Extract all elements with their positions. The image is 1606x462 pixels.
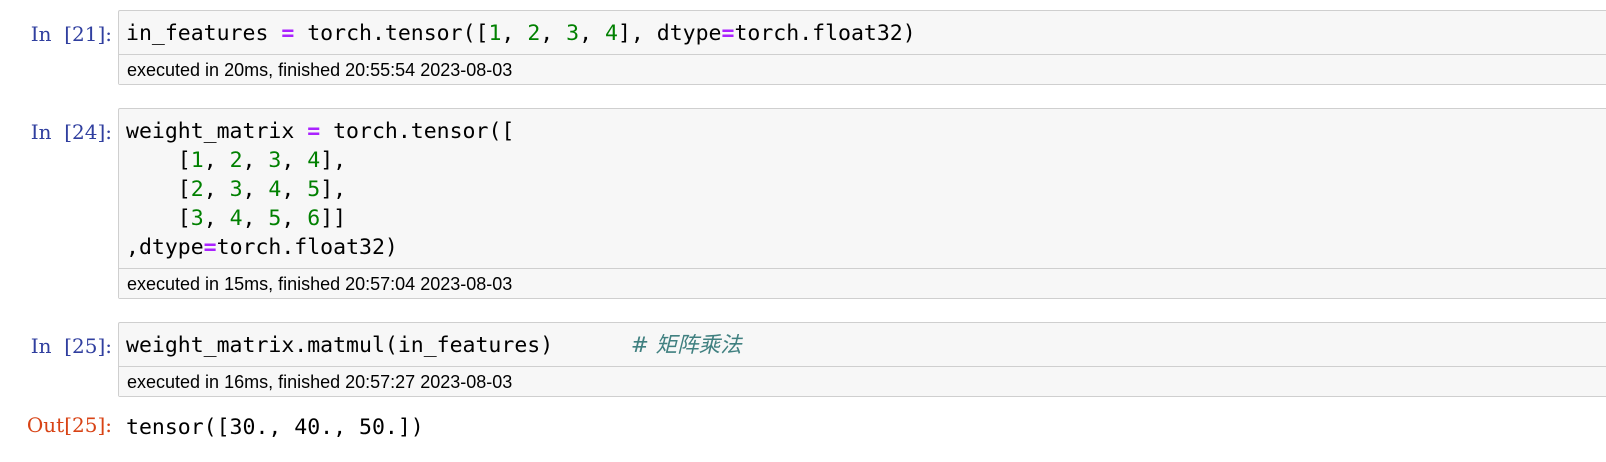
- execution-time-label: executed in 15ms, finished 20:57:04 2023…: [119, 268, 1606, 298]
- code-number: 2: [190, 177, 204, 202]
- code-text: ,: [281, 177, 308, 202]
- code-number: 3: [566, 21, 580, 46]
- code-operator: =: [281, 21, 295, 46]
- code-number: 3: [268, 148, 282, 173]
- code-number: 1: [190, 148, 204, 173]
- cell-input-area[interactable]: weight_matrix = torch.tensor([ [1, 2, 3,…: [118, 108, 1606, 299]
- code-number: 2: [527, 21, 541, 46]
- output-prompt: Out[25]:: [26, 413, 112, 437]
- code-number: 4: [229, 206, 243, 231]
- code-text: ,: [203, 206, 230, 231]
- code-text: torch.float32): [216, 235, 398, 260]
- code-text: in_features: [126, 21, 282, 46]
- code-text: torch.float32): [734, 21, 916, 46]
- code-editor[interactable]: weight_matrix.matmul(in_features) # 矩阵乘法: [119, 323, 1606, 366]
- code-operator: =: [721, 21, 735, 46]
- input-prompt: In [24]:: [30, 120, 112, 144]
- code-number: 2: [229, 148, 243, 173]
- code-text: ,: [242, 148, 269, 173]
- code-text: ,: [579, 21, 605, 46]
- execution-time-label: executed in 20ms, finished 20:55:54 2023…: [119, 54, 1606, 84]
- code-number: 3: [229, 177, 243, 202]
- code-editor[interactable]: weight_matrix = torch.tensor([ [1, 2, 3,…: [119, 109, 1606, 268]
- code-text: ,: [203, 148, 230, 173]
- code-text: ,: [281, 206, 308, 231]
- cell-input-area[interactable]: weight_matrix.matmul(in_features) # 矩阵乘法…: [118, 322, 1606, 397]
- input-prompt: In [21]:: [30, 22, 112, 46]
- execution-time-label: executed in 16ms, finished 20:57:27 2023…: [119, 366, 1606, 396]
- code-operator: =: [307, 119, 321, 144]
- code-number: 4: [307, 148, 321, 173]
- code-operator: =: [203, 235, 217, 260]
- code-text: weight_matrix.matmul(in_features): [126, 333, 631, 358]
- code-number: 5: [307, 177, 321, 202]
- code-text: torch.tensor([: [294, 21, 489, 46]
- code-text: ,: [242, 177, 269, 202]
- code-text: ,: [501, 21, 528, 46]
- code-text: ,: [203, 177, 230, 202]
- code-number: 4: [605, 21, 618, 46]
- code-text: ], dtype: [617, 21, 722, 46]
- code-number: 3: [190, 206, 204, 231]
- input-prompt: In [25]:: [30, 334, 112, 358]
- code-comment: # 矩阵乘法: [630, 333, 742, 358]
- code-text: ,: [540, 21, 567, 46]
- code-number: 6: [307, 206, 321, 231]
- code-number: 4: [268, 177, 282, 202]
- code-text: ,: [242, 206, 269, 231]
- output-text: tensor([30., 40., 50.]): [126, 415, 424, 440]
- code-number: 5: [268, 206, 282, 231]
- code-text: weight_matrix: [126, 119, 308, 144]
- code-number: 1: [488, 21, 502, 46]
- cell-input-area[interactable]: in_features = torch.tensor([1, 2, 3, 4],…: [118, 10, 1606, 85]
- code-text: ,: [281, 148, 308, 173]
- code-editor[interactable]: in_features = torch.tensor([1, 2, 3, 4],…: [119, 11, 1606, 54]
